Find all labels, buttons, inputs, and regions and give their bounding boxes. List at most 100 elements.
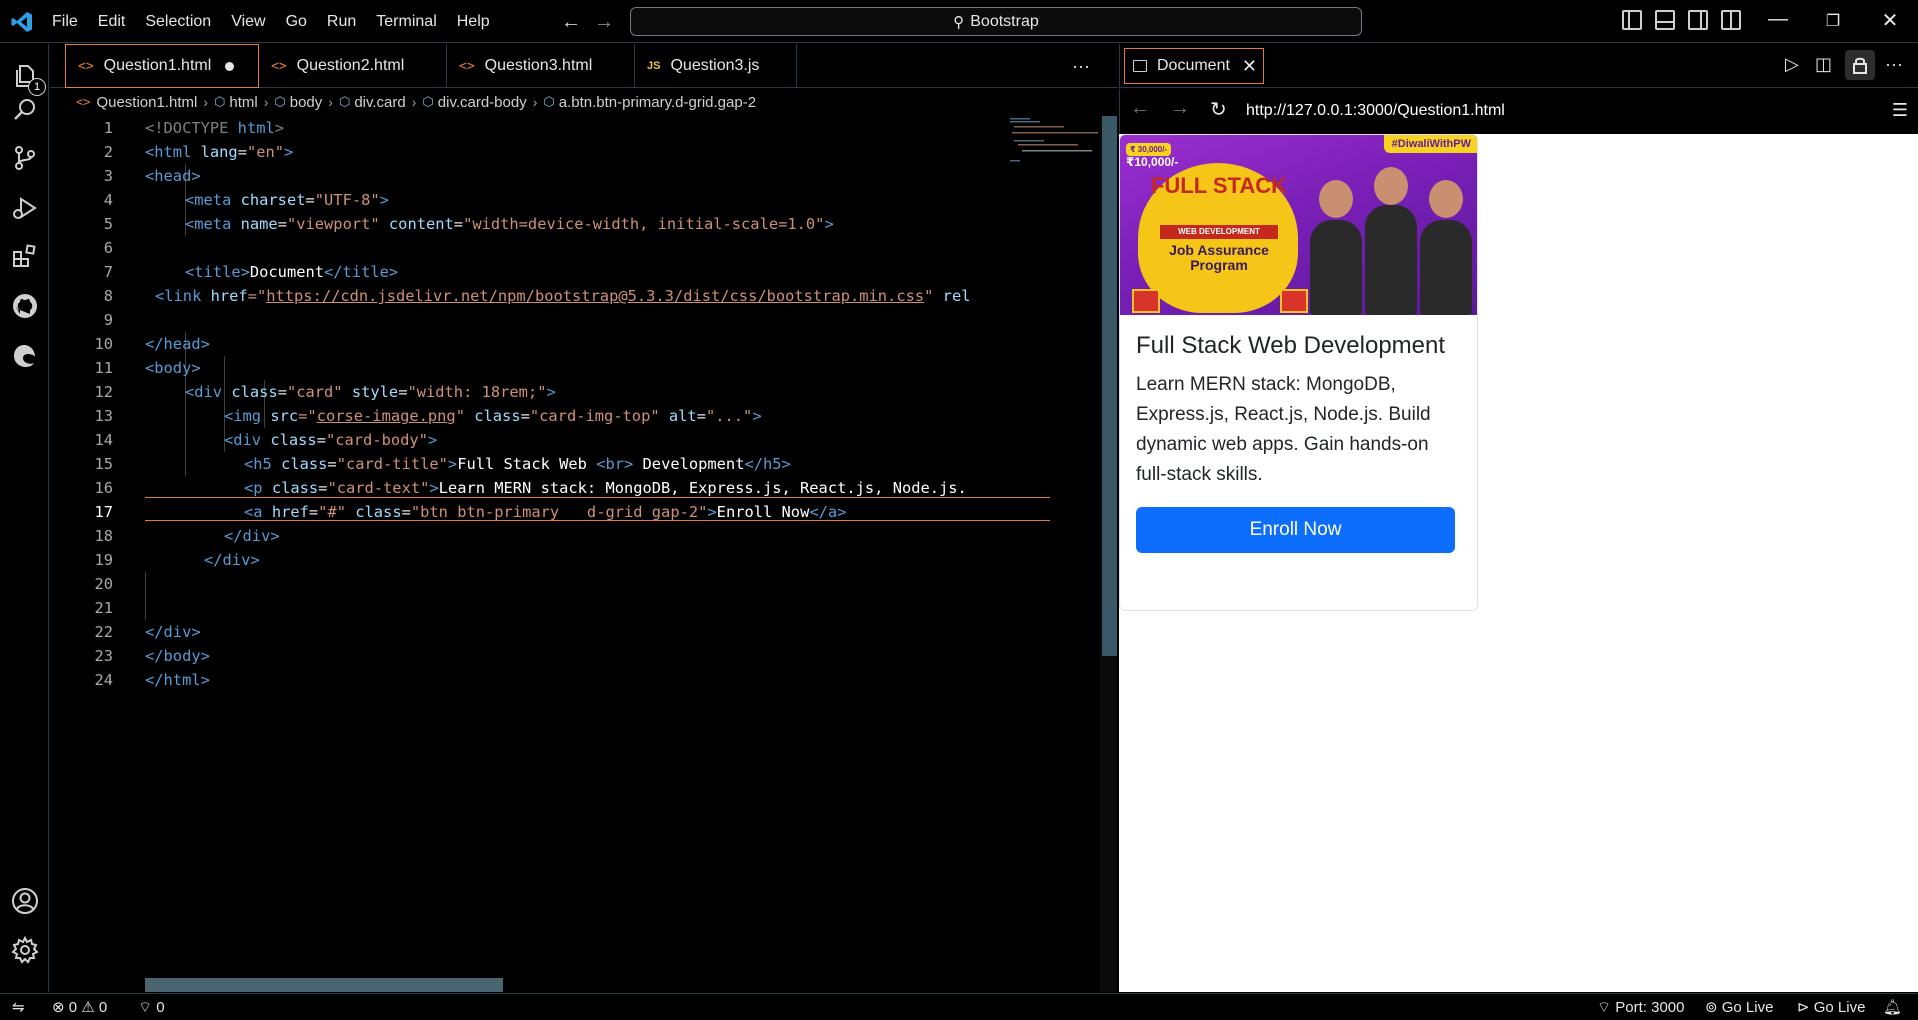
problems-status[interactable]: ⊗ 0 ⚠ 0 [52, 998, 108, 1017]
vertical-scrollbar[interactable] [1100, 116, 1117, 992]
menu-go[interactable]: Go [276, 0, 317, 43]
browser-back-icon[interactable]: ← [1130, 97, 1150, 120]
toggle-primary-sidebar-icon[interactable] [1622, 10, 1642, 30]
card-body: Full Stack Web Development Learn MERN st… [1120, 315, 1477, 569]
refresh-icon[interactable]: ↻ [1210, 97, 1227, 122]
minimize-icon[interactable]: — [1763, 8, 1793, 31]
browser-forward-icon[interactable]: → [1170, 97, 1190, 120]
line-number: 7 [103, 263, 113, 281]
menu-selection[interactable]: Selection [135, 0, 221, 43]
forward-arrow-icon[interactable]: → [594, 11, 614, 34]
customize-layout-icon[interactable] [1721, 10, 1741, 30]
lock-group-button[interactable] [1845, 50, 1875, 80]
github-icon[interactable] [11, 292, 39, 320]
go-live-label: Go Live [1721, 998, 1774, 1016]
horizontal-scrollbar[interactable] [145, 978, 503, 992]
code-token: > [447, 455, 458, 473]
chevron-right-icon: › [328, 94, 333, 110]
menu-file[interactable]: File [42, 0, 88, 43]
tab-question1-html[interactable]: <> Question1.html [65, 44, 259, 88]
tab-question3-js[interactable]: JS Question3.js [635, 44, 797, 88]
command-center-search[interactable]: ⚲ Bootstrap [630, 7, 1362, 36]
port-status[interactable]: ⌔ Port: 3000 [1597, 998, 1685, 1017]
course-banner-image: ₹ 30,000/- ₹10,000/- #DiwaliWithPW FULL … [1120, 135, 1477, 315]
code-line: 5 <meta name="viewport" content="width=de… [50, 212, 1050, 236]
code-token: = [696, 407, 706, 425]
code-token: "..." [705, 407, 753, 425]
extensions-icon[interactable] [11, 242, 39, 270]
enroll-now-button[interactable]: Enroll Now [1136, 507, 1455, 553]
run-debug-icon[interactable] [11, 194, 39, 222]
code-line: 13 <img src="corse-image.png" class="card… [50, 404, 1050, 428]
browser-tab-document[interactable]: Document ✕ [1124, 48, 1264, 84]
code-link[interactable]: corse-image.png [317, 407, 456, 425]
breadcrumb-item[interactable]: div.card-body [438, 94, 527, 111]
warning-count: 0 [98, 998, 108, 1016]
new-price: ₹10,000/- [1126, 155, 1179, 169]
back-arrow-icon[interactable]: ← [561, 11, 581, 34]
restore-icon[interactable]: ❐ [1818, 11, 1848, 31]
code-token: class [271, 455, 328, 473]
code-token: "card-img-top" [529, 407, 660, 425]
settings-gear-icon[interactable] [11, 936, 39, 964]
toggle-secondary-sidebar-icon[interactable] [1688, 10, 1708, 30]
run-icon[interactable]: ▷ [1785, 54, 1799, 75]
breadcrumb-item[interactable]: body [290, 94, 323, 111]
menu-help[interactable]: Help [447, 0, 500, 43]
code-token: Development [633, 455, 745, 473]
menu-view[interactable]: View [221, 0, 275, 43]
menu-edit[interactable]: Edit [88, 0, 136, 43]
code-token: "card-text" [327, 479, 430, 497]
code-line: 8 <link href="https://cdn.jsdelivr.net/np… [50, 284, 1050, 308]
menu-run[interactable]: Run [317, 0, 366, 43]
code-token: </title> [324, 263, 399, 281]
more-actions-icon[interactable]: ··· [1885, 54, 1903, 75]
split-editor-icon[interactable]: ◫ [1815, 54, 1832, 75]
scrollbar-thumb[interactable] [1102, 116, 1117, 656]
code-token: <meta [185, 191, 232, 209]
go-live-status[interactable]: ⊚ Go Live [1705, 998, 1774, 1017]
minimap[interactable] [1008, 116, 1098, 166]
unsaved-dot-icon[interactable] [225, 61, 235, 71]
code-token: > [379, 191, 389, 209]
code-link[interactable]: https://cdn.jsdelivr.net/npm/bootstrap@5… [266, 287, 924, 305]
ports-status[interactable]: ⌔ 0 [138, 998, 165, 1017]
code-token: </a> [809, 503, 847, 521]
code-token: charset [231, 191, 306, 209]
code-token: = [277, 215, 287, 233]
edge-devtools-icon[interactable] [11, 342, 39, 370]
instructor-figure [1420, 220, 1472, 315]
menu-icon[interactable]: ☰ [1892, 100, 1908, 121]
go-live-status[interactable]: ⊳ Go Live [1797, 998, 1865, 1017]
breadcrumb-item[interactable]: a.btn.btn-primary.d-grid.gap-2 [559, 94, 756, 111]
search-icon: ⚲ [953, 13, 965, 31]
close-window-icon[interactable]: ✕ [1875, 8, 1905, 33]
code-token: <div [185, 383, 223, 401]
code-token: <h5 [244, 455, 272, 473]
breadcrumb-item[interactable]: Question1.html [96, 94, 197, 111]
code-token: content [379, 215, 454, 233]
code-token: <div [224, 431, 262, 449]
status-bar: ⇋ ⊗ 0 ⚠ 0 ⌔ 0 ⌔ Port: 3000 ⊚ Go Live ⊳ G… [0, 993, 1918, 1020]
more-actions-icon[interactable]: ··· [1072, 56, 1090, 77]
code-token: > [546, 383, 556, 401]
code-editor[interactable]: 1 <!DOCTYPE html> 2 <html lang="en"> 3 <hea… [50, 116, 1100, 992]
source-control-icon[interactable] [11, 144, 39, 172]
breadcrumb-item[interactable]: html [229, 94, 257, 111]
tab-label: Question1.html [103, 57, 212, 74]
tab-question2-html[interactable]: <> Question2.html [259, 44, 447, 88]
remote-icon[interactable]: ⇋ [12, 998, 25, 1016]
breadcrumb-item[interactable]: div.card [354, 94, 405, 111]
menu-terminal[interactable]: Terminal [366, 0, 446, 43]
notifications-bell-icon[interactable]: 🔔︎ [1883, 998, 1902, 1016]
code-token: </div> [204, 551, 260, 569]
code-token: " [455, 407, 465, 425]
search-icon[interactable] [11, 96, 39, 124]
toggle-panel-icon[interactable] [1655, 10, 1675, 30]
close-tab-icon[interactable]: ✕ [1242, 56, 1257, 77]
tab-question3-html[interactable]: <> Question3.html [447, 44, 635, 88]
line-number: 14 [94, 431, 113, 449]
accounts-icon[interactable] [11, 887, 39, 915]
code-token: name [231, 215, 278, 233]
browser-url[interactable]: http://127.0.0.1:3000/Question1.html [1246, 102, 1505, 120]
